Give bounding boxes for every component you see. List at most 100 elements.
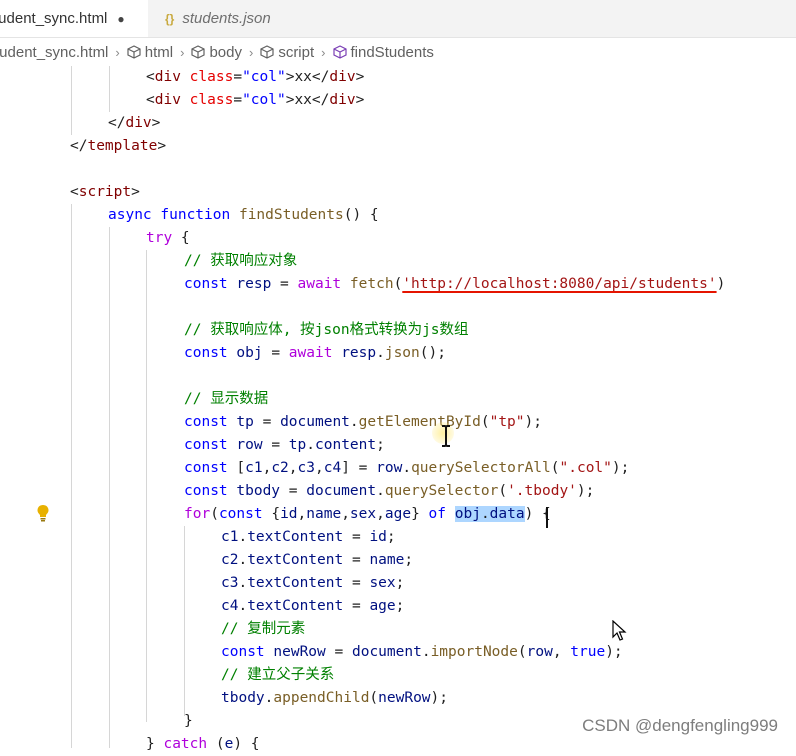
token: >xx</ bbox=[285, 69, 330, 85]
mouse-pointer-icon bbox=[612, 620, 627, 641]
token: sex bbox=[349, 506, 377, 522]
token: tp bbox=[236, 414, 254, 430]
tab-students-json[interactable]: {} students.json bbox=[149, 0, 304, 37]
token: tbody bbox=[221, 690, 265, 706]
token: . bbox=[480, 506, 490, 522]
token: try bbox=[146, 230, 173, 246]
token: const bbox=[184, 437, 228, 453]
token: await bbox=[288, 345, 333, 361]
token: ; bbox=[404, 552, 414, 568]
token: ( bbox=[393, 276, 403, 292]
token: function bbox=[160, 207, 231, 223]
token: div bbox=[154, 92, 181, 108]
chevron-right-icon: › bbox=[321, 44, 326, 60]
token: . bbox=[421, 644, 431, 660]
token: ; bbox=[376, 437, 385, 453]
token: age bbox=[384, 506, 412, 522]
token: document bbox=[280, 414, 350, 430]
token: ( bbox=[369, 690, 379, 706]
token: c3 bbox=[297, 460, 315, 476]
token: catch bbox=[163, 736, 208, 752]
cube-icon bbox=[127, 45, 141, 59]
token: , bbox=[288, 460, 298, 476]
token: = bbox=[271, 345, 281, 361]
token: = bbox=[351, 552, 361, 568]
token: ; bbox=[395, 575, 405, 591]
token: resp bbox=[341, 345, 377, 361]
json-file-icon: {} bbox=[165, 11, 175, 26]
code-line: const tbody = document.querySelector('.t… bbox=[184, 480, 594, 503]
token: '.tbody' bbox=[507, 483, 577, 499]
token: () { bbox=[343, 207, 379, 223]
code-line: // 建立父子关系 bbox=[221, 667, 335, 683]
token: . bbox=[238, 575, 248, 591]
token: appendChild bbox=[273, 690, 370, 706]
code-line: const resp = await fetch('http://localho… bbox=[184, 273, 725, 296]
code-editor[interactable]: <div class="col">xx</div> <div class="co… bbox=[0, 66, 796, 752]
token: tbody bbox=[236, 483, 281, 499]
token: < bbox=[146, 69, 155, 85]
token: . bbox=[306, 437, 315, 453]
token: textContent bbox=[247, 552, 344, 568]
token: = bbox=[358, 460, 368, 476]
token: ".col" bbox=[559, 460, 612, 476]
token: = bbox=[351, 575, 361, 591]
cube-icon bbox=[332, 45, 347, 59]
token: >xx</ bbox=[285, 92, 330, 108]
token: json bbox=[384, 345, 420, 361]
token: } bbox=[146, 736, 155, 752]
watermark: CSDN @dengfengling999 bbox=[582, 716, 778, 735]
token: c1 bbox=[245, 460, 263, 476]
token: ( bbox=[550, 460, 560, 476]
code-line: } bbox=[184, 713, 193, 729]
indent-guide bbox=[71, 66, 72, 135]
breadcrumb-findstudents[interactable]: findStudents bbox=[332, 44, 434, 61]
unsaved-dot-icon[interactable]: ● bbox=[117, 12, 124, 26]
token: = bbox=[271, 437, 281, 453]
token: name bbox=[306, 506, 342, 522]
breadcrumb-body[interactable]: body bbox=[191, 44, 242, 61]
token: ); bbox=[576, 483, 595, 499]
code-line: const newRow = document.importNode(row, … bbox=[221, 641, 623, 664]
token: ] bbox=[341, 460, 350, 476]
token: id bbox=[369, 529, 387, 545]
code-line: c2.textContent = name; bbox=[221, 549, 413, 572]
token: row bbox=[376, 460, 403, 476]
token: querySelectorAll bbox=[411, 460, 551, 476]
token: > bbox=[151, 115, 161, 131]
indent-guide bbox=[71, 204, 72, 748]
token: < bbox=[70, 184, 79, 200]
token: for bbox=[184, 506, 211, 522]
token: c4 bbox=[323, 460, 342, 476]
token: ); bbox=[611, 460, 630, 476]
token: true bbox=[570, 644, 606, 660]
code-line: const tp = document.getElementById("tp")… bbox=[184, 411, 542, 434]
token: async bbox=[108, 207, 152, 223]
token: , bbox=[341, 506, 350, 522]
token: ; bbox=[395, 598, 405, 614]
token: > bbox=[355, 92, 365, 108]
token: > bbox=[355, 69, 365, 85]
token: ( bbox=[480, 414, 490, 430]
breadcrumb-script[interactable]: script bbox=[260, 44, 314, 61]
token: const bbox=[184, 345, 228, 361]
token: </ bbox=[70, 138, 88, 154]
token: . bbox=[238, 552, 248, 568]
code-line: const [c1,c2,c3,c4] = row.querySelectorA… bbox=[184, 457, 629, 480]
token: . bbox=[376, 345, 385, 361]
token: = bbox=[233, 69, 243, 85]
breadcrumb-html[interactable]: html bbox=[127, 44, 173, 61]
breadcrumb: tudent_sync.html › html › body › script … bbox=[0, 38, 796, 66]
token: . bbox=[349, 414, 359, 430]
ibeam-cursor-icon bbox=[442, 425, 450, 447]
token: = bbox=[351, 598, 361, 614]
breadcrumb-file[interactable]: tudent_sync.html bbox=[0, 44, 108, 61]
token: row bbox=[526, 644, 553, 660]
code-line: <div class="col">xx</div> bbox=[146, 89, 364, 112]
token: textContent bbox=[247, 598, 344, 614]
lightbulb-icon[interactable] bbox=[36, 504, 50, 522]
tab-student-sync-html[interactable]: tudent_sync.html ● bbox=[0, 0, 148, 37]
code-line: // 复制元素 bbox=[221, 621, 306, 637]
token: document bbox=[306, 483, 377, 499]
